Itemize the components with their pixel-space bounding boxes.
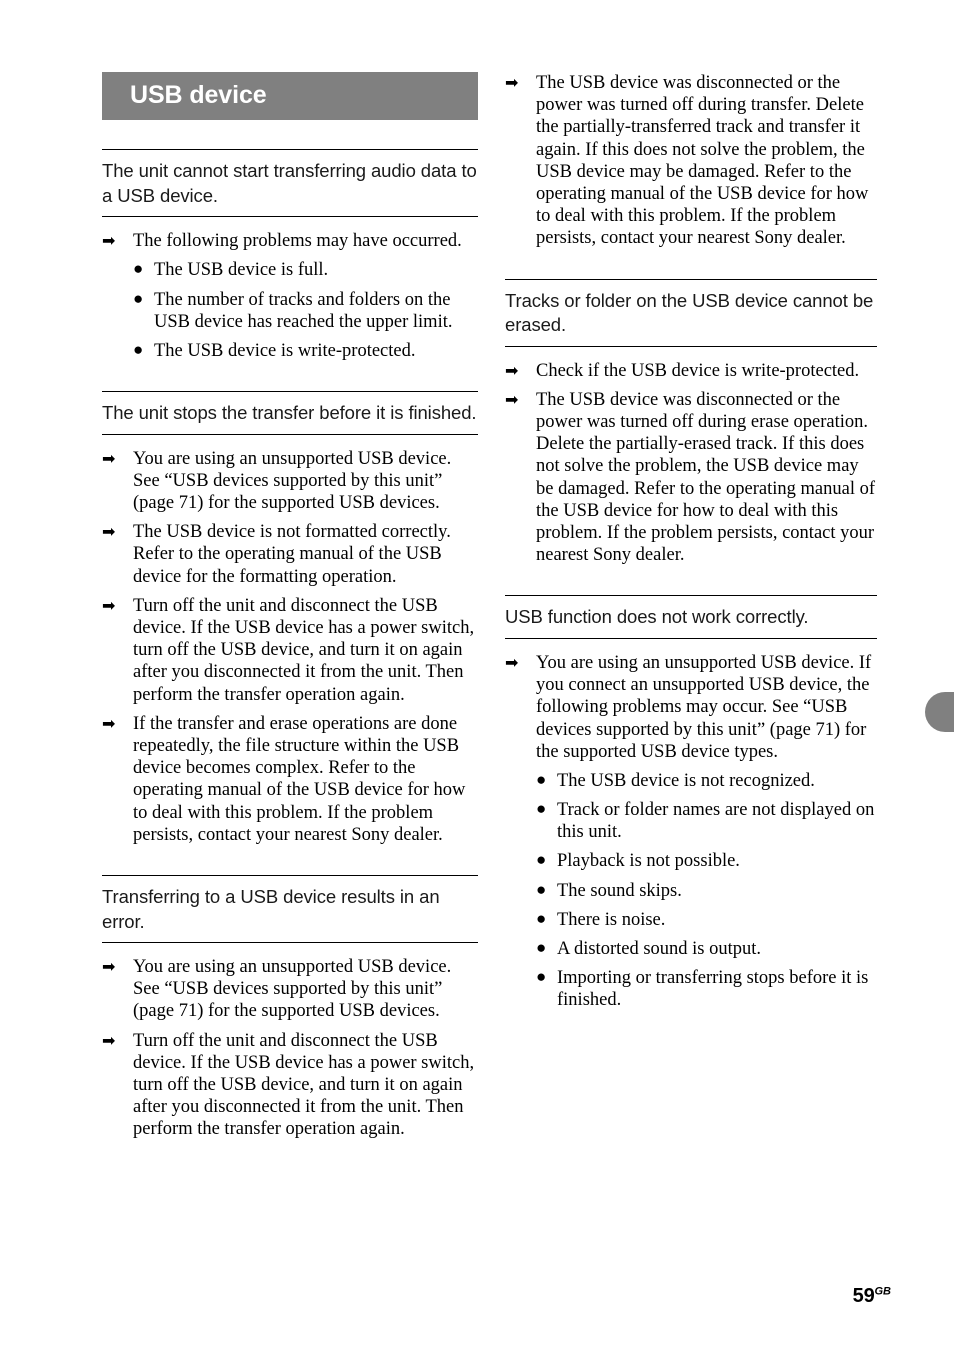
arrow-right-icon: ➡ — [102, 522, 116, 542]
question-heading: Transferring to a USB device results in … — [102, 885, 440, 932]
bullet-list-item: ● The sound skips. — [505, 880, 877, 902]
bullet-dot-icon: ● — [536, 850, 547, 870]
arrow-right-icon: ➡ — [102, 448, 116, 468]
arrow-right-icon: ➡ — [505, 652, 519, 672]
section-title: USB device — [130, 81, 267, 109]
bullet-list-item: ● Track or folder names are not displayed… — [505, 799, 877, 843]
arrow-right-icon: ➡ — [102, 595, 116, 615]
bullet-dot-icon: ● — [133, 288, 144, 308]
bullet-dot-icon: ● — [536, 938, 547, 958]
arrow-list-item: ➡ The USB device was disconnected or the … — [505, 72, 877, 250]
arrow-list-item: ➡ Check if the USB device is write-protec… — [505, 360, 877, 382]
arrow-item-text: The USB device was disconnected or the p… — [536, 73, 869, 249]
question-heading-block: The unit stops the transfer before it is… — [102, 391, 478, 435]
arrow-item-text: You are using an unsupported USB device.… — [133, 957, 452, 1022]
answer-item-list: ➡ You are using an unsupported USB device… — [505, 652, 877, 1012]
bullet-list-item: ● The USB device is write-protected. — [102, 340, 478, 362]
arrow-right-icon: ➡ — [102, 713, 116, 733]
question-heading: Tracks or folder on the USB device canno… — [505, 289, 874, 336]
bullet-item-text: The sound skips. — [557, 880, 682, 901]
bullet-dot-icon: ● — [536, 879, 547, 899]
question-heading-block: Tracks or folder on the USB device canno… — [505, 278, 877, 347]
arrow-item-text: The USB device is not formatted correctl… — [133, 522, 451, 587]
bullet-item-text: The USB device is full. — [154, 260, 329, 281]
arrow-right-icon: ➡ — [505, 360, 519, 380]
left-column: USB device The unit cannot start transfe… — [102, 72, 478, 1148]
page-folio: 59GB — [853, 1285, 891, 1308]
bullet-list-item: ● Playback is not possible. — [505, 850, 877, 872]
arrow-list-item: ➡ Turn off the unit and disconnect the US… — [102, 1030, 478, 1141]
bullet-list-item: ● A distorted sound is output. — [505, 938, 877, 960]
bullet-dot-icon: ● — [536, 769, 547, 789]
question-heading: USB function does not work correctly. — [505, 606, 809, 628]
arrow-list-item: ➡ You are using an unsupported USB device… — [505, 652, 877, 763]
arrow-list-item: ➡ The following problems may have occurre… — [102, 230, 478, 252]
bullet-item-text: The number of tracks and folders on the … — [154, 289, 453, 332]
thumb-tab-marker — [925, 692, 954, 732]
section-banner: USB device — [102, 72, 478, 120]
arrow-item-text: Turn off the unit and disconnect the USB… — [133, 1030, 475, 1140]
bullet-list-item: ● The USB device is full. — [102, 259, 478, 281]
question-heading-block: USB function does not work correctly. — [505, 595, 877, 639]
arrow-list-item: ➡ If the transfer and erase operations ar… — [102, 713, 478, 846]
page-number: 59 — [852, 1285, 875, 1307]
bullet-list-item: ● There is noise. — [505, 909, 877, 931]
manual-page: USB device The unit cannot start transfe… — [0, 0, 954, 1348]
arrow-right-icon: ➡ — [102, 957, 116, 977]
bullet-item-text: The USB device is write-protected. — [154, 340, 416, 361]
question-heading-block: Transferring to a USB device results in … — [102, 874, 478, 944]
arrow-right-icon: ➡ — [102, 231, 116, 251]
arrow-list-item: ➡ The USB device is not formatted correct… — [102, 521, 478, 588]
arrow-list-item: ➡ You are using an unsupported USB device… — [102, 448, 478, 515]
arrow-item-text: You are using an unsupported USB device.… — [536, 652, 872, 762]
question-heading: The unit cannot start transferring audio… — [102, 160, 477, 206]
bullet-list-item: ● Importing or transferring stops before … — [505, 967, 877, 1011]
arrow-right-icon: ➡ — [102, 1030, 116, 1050]
bullet-item-text: Importing or transferring stops before i… — [557, 968, 869, 1011]
bullet-dot-icon: ● — [133, 339, 144, 359]
arrow-item-text: You are using an unsupported USB device.… — [133, 448, 452, 514]
bullet-item-text: There is noise. — [557, 909, 666, 930]
page-region-suffix: GB — [874, 1285, 892, 1298]
bullet-list-item: ● The number of tracks and folders on the… — [102, 289, 478, 333]
arrow-item-text: Turn off the unit and disconnect the USB… — [133, 595, 475, 705]
question-heading-block: The unit cannot start transferring audio… — [102, 149, 478, 218]
arrow-item-text: Check if the USB device is write-protect… — [536, 360, 860, 381]
right-column: ➡ The USB device was disconnected or the … — [505, 72, 877, 1019]
right-column-content: Tracks or folder on the USB device canno… — [505, 278, 877, 1012]
bullet-item-text: The USB device is not recognized. — [557, 770, 815, 791]
continued-answer-list: ➡ The USB device was disconnected or the … — [505, 72, 877, 250]
answer-item-list: ➡ The following problems may have occurre… — [102, 230, 478, 362]
bullet-list-item: ● The USB device is not recognized. — [505, 770, 877, 792]
arrow-list-item: ➡ Turn off the unit and disconnect the US… — [102, 595, 478, 706]
question-heading: The unit stops the transfer before it is… — [102, 402, 477, 424]
arrow-right-icon: ➡ — [505, 73, 519, 92]
bullet-item-text: Track or folder names are not displayed … — [557, 800, 875, 843]
bullet-dot-icon: ● — [536, 908, 547, 928]
bullet-dot-icon: ● — [536, 967, 547, 987]
answer-item-list: ➡ Check if the USB device is write-protec… — [505, 360, 877, 567]
arrow-right-icon: ➡ — [505, 389, 519, 409]
bullet-item-text: Playback is not possible. — [557, 851, 740, 872]
arrow-item-text: The USB device was disconnected or the p… — [536, 389, 876, 566]
bullet-dot-icon: ● — [133, 259, 144, 279]
left-column-content: The unit cannot start transferring audio… — [102, 149, 478, 1141]
bullet-item-text: A distorted sound is output. — [557, 939, 762, 960]
bullet-dot-icon: ● — [536, 799, 547, 819]
arrow-item-text: If the transfer and erase operations are… — [133, 713, 466, 845]
arrow-list-item: ➡ The USB device was disconnected or the … — [505, 389, 877, 567]
continued-items: ➡ The USB device was disconnected or the … — [505, 72, 877, 250]
answer-item-list: ➡ You are using an unsupported USB device… — [102, 956, 478, 1141]
answer-item-list: ➡ You are using an unsupported USB device… — [102, 448, 478, 846]
arrow-item-text: The following problems may have occurred… — [133, 231, 462, 252]
arrow-list-item: ➡ You are using an unsupported USB device… — [102, 956, 478, 1023]
